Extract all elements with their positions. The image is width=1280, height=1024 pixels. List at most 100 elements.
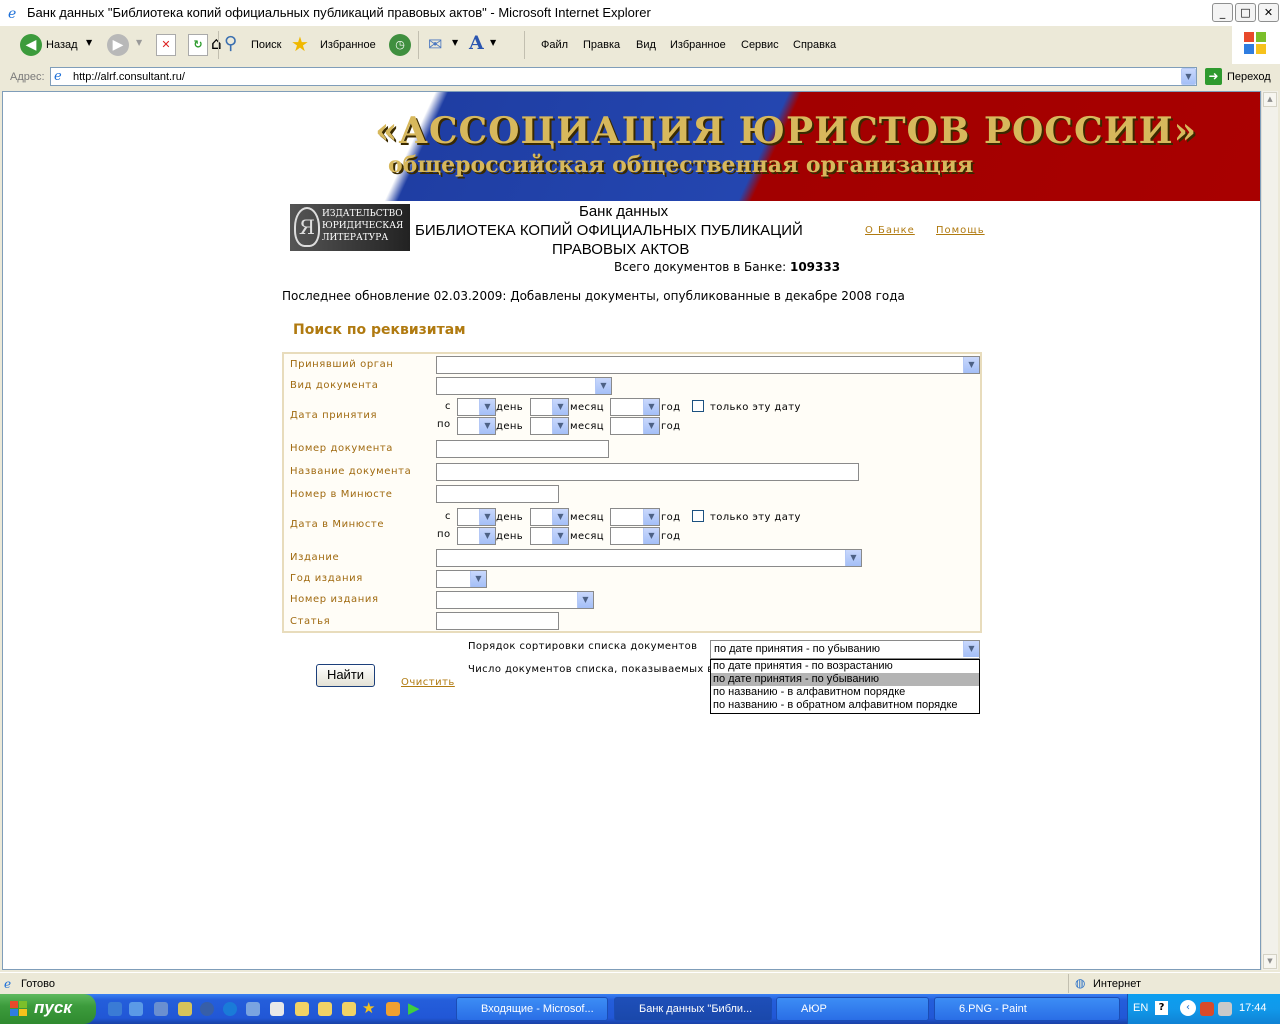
doc-name-input[interactable] xyxy=(436,463,859,481)
language-indicator[interactable]: EN xyxy=(1133,1002,1148,1014)
clear-link[interactable]: Очистить xyxy=(401,677,455,688)
only-this-date-checkbox[interactable] xyxy=(692,400,704,412)
folder-quicklaunch-icon[interactable] xyxy=(318,1002,332,1016)
back-icon[interactable]: ◀ xyxy=(20,34,42,56)
start-button[interactable]: пуск xyxy=(0,994,96,1024)
desktop-quicklaunch-icon[interactable] xyxy=(154,1002,168,1016)
find-button[interactable]: Найти xyxy=(316,664,375,687)
menu-file[interactable]: Файл xyxy=(541,39,568,51)
go-icon[interactable]: ➜ xyxy=(1205,68,1222,85)
results-count-label: Число документов списка, показываемых в xyxy=(468,664,714,675)
close-button[interactable]: ✕ xyxy=(1258,3,1279,22)
adopt-day-from-select[interactable]: ▼ xyxy=(457,398,496,416)
stop-icon[interactable]: ✕ xyxy=(156,34,176,56)
folder-quicklaunch-icon[interactable] xyxy=(295,1002,309,1016)
go-button[interactable]: Переход xyxy=(1227,71,1271,83)
mail-dropdown-icon[interactable]: ▼ xyxy=(452,38,458,47)
minjust-month-to-select[interactable]: ▼ xyxy=(530,527,569,545)
refresh-icon[interactable]: ↻ xyxy=(188,34,208,56)
maximize-button[interactable]: □ xyxy=(1235,3,1256,22)
search-title: Поиск по реквизитам xyxy=(293,322,466,338)
minjust-number-input[interactable] xyxy=(436,485,559,503)
task-folder[interactable]: АЮР xyxy=(776,997,929,1021)
menu-favorites[interactable]: Избранное xyxy=(670,39,726,51)
play-quicklaunch-icon[interactable]: ▶ xyxy=(408,999,420,1017)
chevron-down-icon: ▼ xyxy=(643,528,659,544)
only-this-date-checkbox[interactable] xyxy=(692,510,704,522)
sort-order-dropdown[interactable]: по дате принятия - по возрастанию по дат… xyxy=(710,659,980,714)
outlook-quicklaunch-icon[interactable] xyxy=(129,1002,143,1016)
font-dropdown-icon[interactable]: ▼ xyxy=(490,38,496,47)
edition-select[interactable]: ▼ xyxy=(436,549,862,567)
scroll-up-icon[interactable]: ▲ xyxy=(1263,92,1277,107)
tray-app-icon[interactable] xyxy=(1218,1002,1232,1016)
notepad-quicklaunch-icon[interactable] xyxy=(270,1002,284,1016)
font-size-icon[interactable]: A xyxy=(469,32,484,54)
doc-number-input[interactable] xyxy=(436,440,609,458)
adopt-month-to-select[interactable]: ▼ xyxy=(530,417,569,435)
sort-order-select[interactable]: по дате принятия - по убыванию ▼ xyxy=(710,640,980,659)
history-icon[interactable]: ◷ xyxy=(389,34,411,56)
favorites-quicklaunch-icon[interactable]: ★ xyxy=(362,999,375,1017)
menu-edit[interactable]: Правка xyxy=(583,39,620,51)
doc-type-select[interactable]: ▼ xyxy=(436,377,612,395)
adopt-month-from-select[interactable]: ▼ xyxy=(530,398,569,416)
label-doc-number: Номер документа xyxy=(290,443,394,454)
adopt-year-from-select[interactable]: ▼ xyxy=(610,398,660,416)
edition-year-select[interactable]: ▼ xyxy=(436,570,487,588)
help-link[interactable]: Помощь xyxy=(936,225,985,236)
menu-tools[interactable]: Сервис xyxy=(741,39,779,51)
row-edition: Издание ▼ xyxy=(284,547,980,569)
minjust-day-from-select[interactable]: ▼ xyxy=(457,508,496,526)
clock-quicklaunch-icon[interactable] xyxy=(386,1002,400,1016)
minimize-button[interactable]: _ xyxy=(1212,3,1233,22)
task-inbox[interactable]: Входящие - Microsof... xyxy=(456,997,608,1021)
article-input[interactable] xyxy=(436,612,559,630)
scroll-down-icon[interactable]: ▼ xyxy=(1263,954,1277,969)
minjust-day-to-select[interactable]: ▼ xyxy=(457,527,496,545)
adopt-year-to-select[interactable]: ▼ xyxy=(610,417,660,435)
edition-number-select[interactable]: ▼ xyxy=(436,591,594,609)
about-link[interactable]: О Банке xyxy=(865,225,915,236)
forward-dropdown-icon[interactable]: ▼ xyxy=(136,38,142,47)
browser-quicklaunch-icon[interactable] xyxy=(223,1002,237,1016)
row-adopt-date: Дата принятия с ▼ день ▼ месяц ▼ год тол… xyxy=(284,396,980,439)
address-field[interactable]: e http://alrf.consultant.ru/ ▼ xyxy=(50,67,1197,86)
minjust-year-from-select[interactable]: ▼ xyxy=(610,508,660,526)
row-edition-year: Год издания ▼ xyxy=(284,568,980,590)
sort-option[interactable]: по названию - в алфавитном порядке xyxy=(711,686,979,699)
mail-icon[interactable]: ✉ xyxy=(428,35,442,55)
chevron-left-icon[interactable]: ‹ xyxy=(1180,1000,1196,1016)
sort-option[interactable]: по дате принятия - по возрастанию xyxy=(711,660,979,673)
organ-select[interactable]: ▼ xyxy=(436,356,980,374)
app-quicklaunch-icon[interactable] xyxy=(178,1002,192,1016)
back-dropdown-icon[interactable]: ▼ xyxy=(86,38,92,47)
label-organ: Принявший орган xyxy=(290,359,394,370)
favorites-button[interactable]: Избранное xyxy=(320,39,376,51)
minjust-year-to-select[interactable]: ▼ xyxy=(610,527,660,545)
search-icon[interactable]: ⚲ xyxy=(224,33,237,54)
menu-help[interactable]: Справка xyxy=(793,39,836,51)
folder-quicklaunch-icon[interactable] xyxy=(342,1002,356,1016)
favorites-icon[interactable]: ★ xyxy=(291,32,309,56)
sort-option-selected[interactable]: по дате принятия - по убыванию xyxy=(711,673,979,686)
address-dropdown-icon[interactable]: ▼ xyxy=(1181,68,1196,85)
menu-view[interactable]: Вид xyxy=(636,39,656,51)
forward-icon[interactable]: ▶ xyxy=(107,34,129,56)
network-quicklaunch-icon[interactable] xyxy=(246,1002,260,1016)
tray-app-icon[interactable] xyxy=(1200,1002,1214,1016)
vertical-scrollbar[interactable]: ▲ ▼ xyxy=(1261,91,1278,970)
back-button[interactable]: Назад xyxy=(46,39,78,51)
date-from-label: с xyxy=(445,401,451,412)
adopt-day-to-select[interactable]: ▼ xyxy=(457,417,496,435)
sort-option[interactable]: по названию - в обратном алфавитном поря… xyxy=(711,699,979,712)
month-label: месяц xyxy=(570,512,605,523)
help-tray-icon[interactable]: ? xyxy=(1155,1001,1168,1015)
label-minjust-number: Номер в Минюсте xyxy=(290,489,393,500)
task-paint[interactable]: 6.PNG - Paint xyxy=(934,997,1120,1021)
media-quicklaunch-icon[interactable] xyxy=(200,1002,214,1016)
task-browser[interactable]: Банк данных "Библи... xyxy=(614,997,772,1021)
ie-quicklaunch-icon[interactable] xyxy=(108,1002,122,1016)
search-button[interactable]: Поиск xyxy=(251,39,281,51)
minjust-month-from-select[interactable]: ▼ xyxy=(530,508,569,526)
